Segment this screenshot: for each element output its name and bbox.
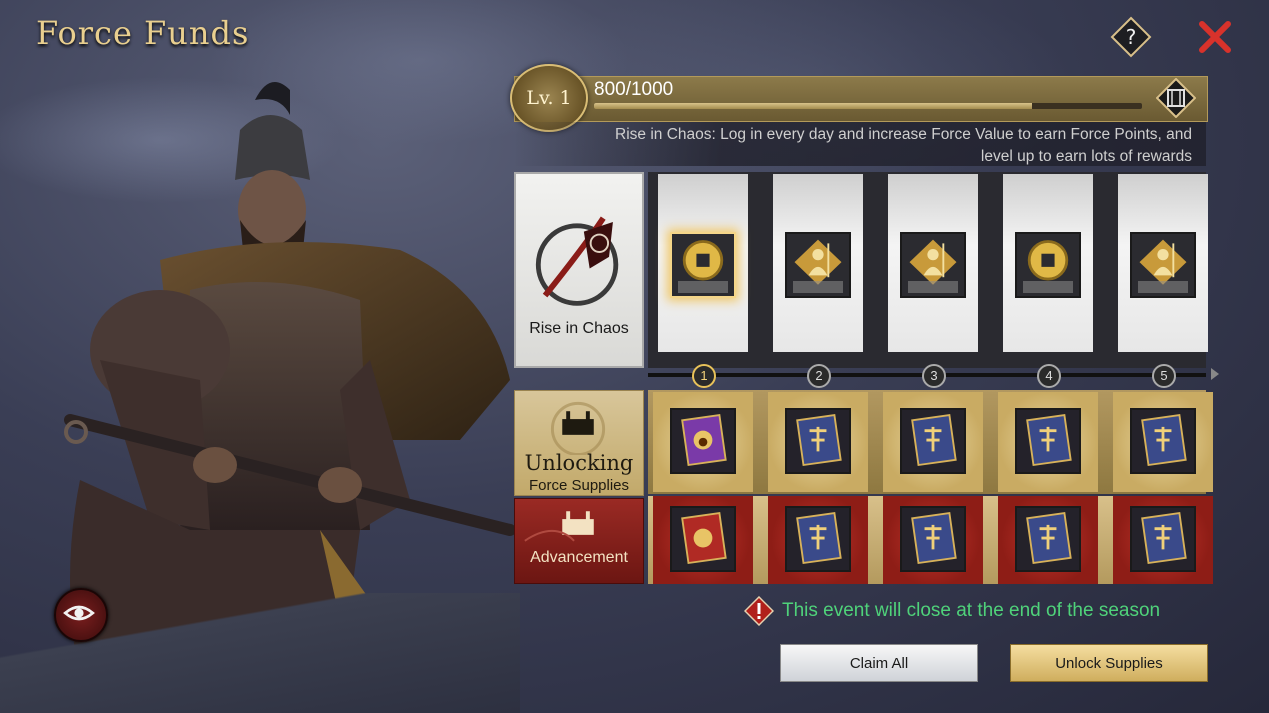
blue-scroll-icon: [902, 508, 964, 570]
blue-scroll-icon: [902, 410, 964, 472]
advancement-label: Advancement: [530, 549, 628, 566]
reward-quantity-label: [908, 281, 958, 293]
free-reward-item[interactable]: [670, 232, 736, 298]
level-reward-button[interactable]: [1155, 77, 1197, 119]
svg-text:?: ?: [1126, 25, 1137, 49]
description-line-1: Rise in Chaos: Log in every day and incr…: [615, 126, 1192, 143]
unlocking-subtitle: Force Supplies: [528, 477, 630, 494]
event-description: Rise in Chaos: Log in every day and incr…: [514, 122, 1206, 166]
category-label: Rise in Chaos: [529, 320, 629, 337]
category-rise-in-chaos: Rise in Chaos: [514, 172, 644, 368]
blue-scroll-icon: [1017, 508, 1079, 570]
unlock-reward-item[interactable]: [1015, 408, 1081, 474]
advancement-reward-item[interactable]: [785, 506, 851, 572]
purple-scroll-icon: ●: [672, 410, 734, 472]
close-button[interactable]: [1194, 16, 1236, 58]
svg-text:●: ●: [698, 435, 708, 448]
reward-quantity-label: [1023, 281, 1073, 293]
banner-emblem-icon: [535, 216, 619, 306]
advancement-reward-item[interactable]: [1130, 506, 1196, 572]
help-button[interactable]: ?: [1110, 16, 1152, 58]
diamond-chest-icon: [1155, 77, 1197, 119]
unlock-supplies-button[interactable]: Unlock Supplies: [1010, 644, 1208, 682]
tier-node: 1: [692, 364, 716, 388]
page-title: Force Funds: [36, 14, 250, 52]
free-reward-item[interactable]: [900, 232, 966, 298]
unlock-reward-item[interactable]: [1130, 408, 1196, 474]
advancement-reward-item[interactable]: [670, 506, 736, 572]
blue-scroll-icon: [1017, 410, 1079, 472]
eye-icon: [63, 605, 95, 621]
unlock-reward-item[interactable]: ●: [670, 408, 736, 474]
unlock-chest-icon: [550, 401, 606, 455]
red-scroll-icon: [672, 508, 734, 570]
advancement-chest-icon: [524, 511, 594, 542]
reward-quantity-label: [793, 281, 843, 293]
warning-icon: [744, 596, 774, 626]
advancement-reward-item[interactable]: [1015, 506, 1081, 572]
blue-scroll-icon: [1132, 508, 1194, 570]
help-icon: ?: [1110, 16, 1152, 58]
advancement-reward-item[interactable]: [900, 506, 966, 572]
tier-node: 3: [922, 364, 946, 388]
unlock-reward-item[interactable]: [785, 408, 851, 474]
close-icon: [1199, 21, 1231, 53]
tier-node: 4: [1037, 364, 1061, 388]
level-progress-track: [594, 103, 1142, 109]
blue-scroll-icon: [1132, 410, 1194, 472]
tier-node: 2: [807, 364, 831, 388]
event-notice: This event will close at the end of the …: [744, 596, 1160, 626]
warrior-illustration: [64, 82, 516, 680]
unlock-reward-item[interactable]: [900, 408, 966, 474]
blue-scroll-icon: [787, 410, 849, 472]
scroll-right-icon[interactable]: [1211, 368, 1219, 380]
level-progress-fill: [594, 103, 1033, 109]
reward-quantity-label: [678, 281, 728, 293]
blue-scroll-icon: [787, 508, 849, 570]
free-reward-item[interactable]: [1130, 232, 1196, 298]
claim-all-button[interactable]: Claim All: [780, 644, 978, 682]
unlocking-title: Unlocking: [524, 451, 634, 475]
reward-quantity-label: [1138, 281, 1188, 293]
category-unlocking[interactable]: Unlocking Force Supplies: [514, 390, 644, 496]
free-reward-item[interactable]: [785, 232, 851, 298]
free-reward-item[interactable]: [1015, 232, 1081, 298]
tier-node: 5: [1152, 364, 1176, 388]
level-progress-text: 800/1000: [594, 79, 674, 100]
description-line-2: level up to earn lots of rewards: [980, 148, 1192, 165]
notice-text: This event will close at the end of the …: [782, 600, 1161, 621]
category-advancement[interactable]: Advancement: [514, 498, 644, 584]
hide-ui-button[interactable]: [54, 588, 108, 642]
